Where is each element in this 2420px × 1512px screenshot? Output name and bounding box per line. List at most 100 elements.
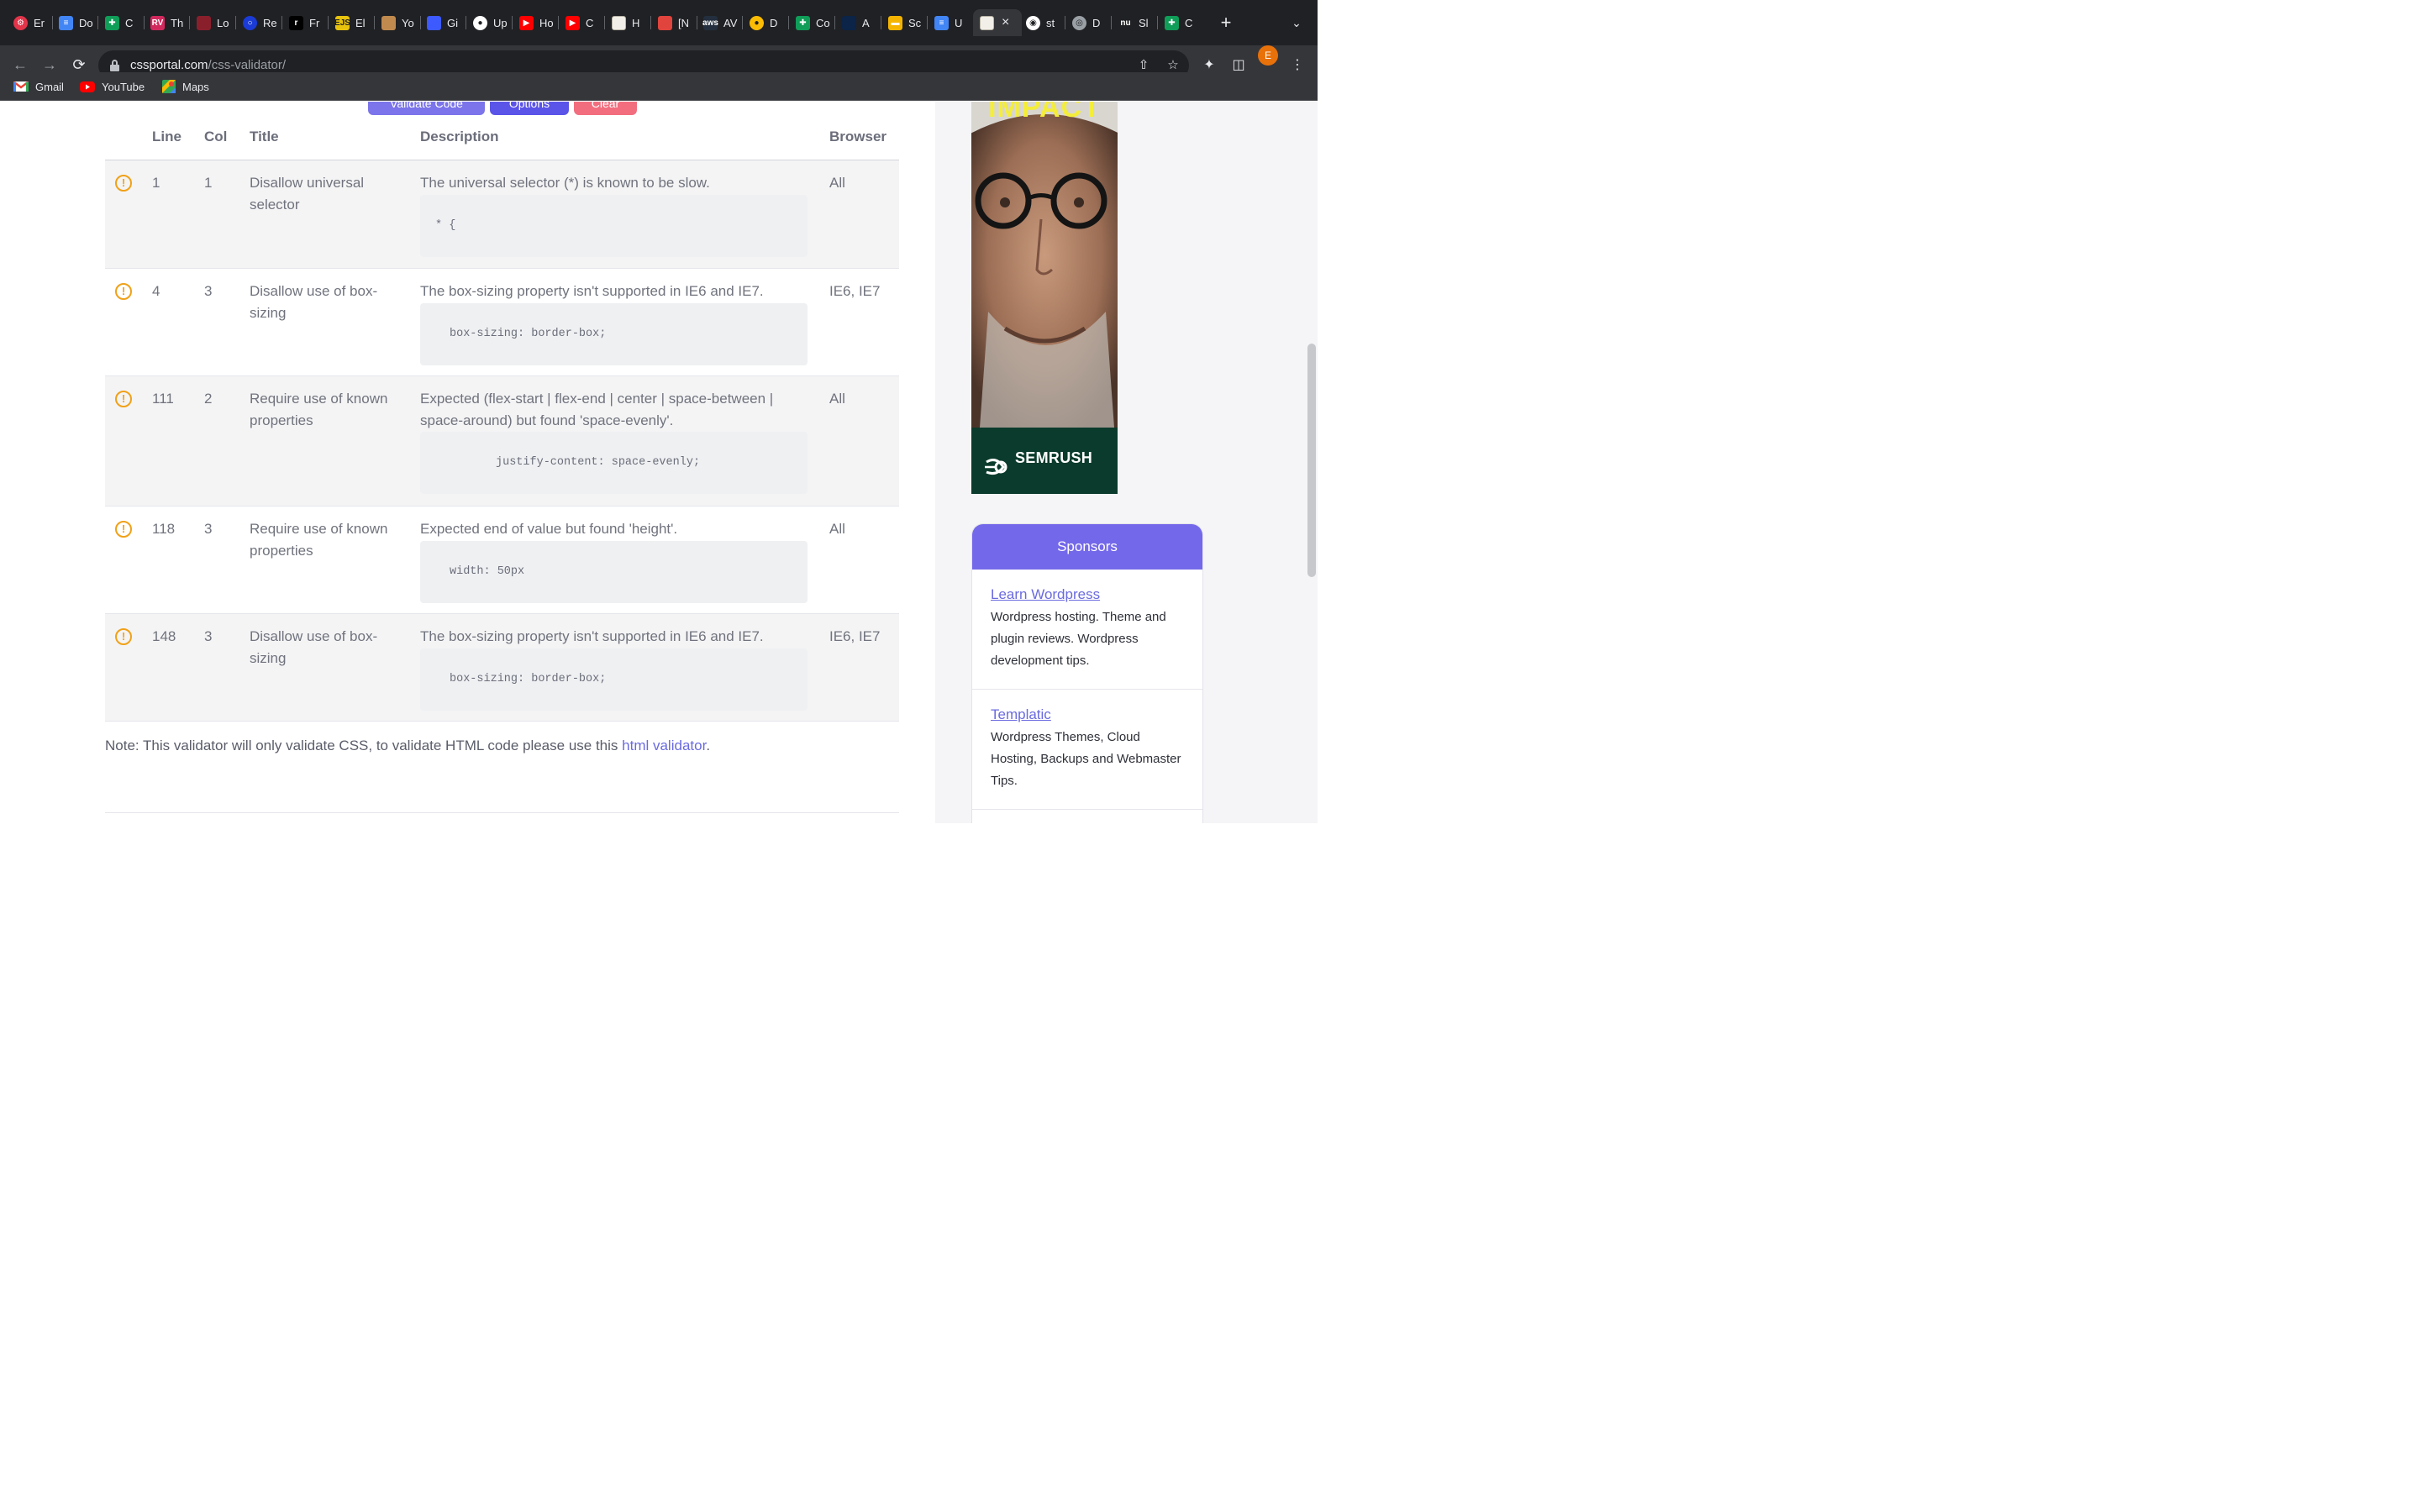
cell-title: Require use of known properties	[250, 521, 388, 559]
sponsor-link-learn-wordpress[interactable]: Learn Wordpress	[991, 585, 1186, 605]
sponsor-item: Learn Wordpress Wordpress hosting. Theme…	[972, 570, 1202, 690]
figure-favicon-icon	[658, 15, 672, 30]
bookmark-label: Gmail	[35, 80, 64, 93]
nu-favicon-icon: nu	[1118, 15, 1133, 30]
google-sheets-favicon-icon: ✚	[796, 15, 810, 30]
rv-favicon-icon: RV	[150, 15, 165, 30]
code-text: * {	[435, 219, 456, 232]
semrush-logo-icon	[985, 459, 1007, 475]
bookmark-label: Maps	[182, 80, 209, 93]
validation-results-table: Line Col Title Description Browser ! 1 1…	[105, 120, 899, 722]
tab-title: C	[586, 16, 594, 29]
character-favicon-icon	[381, 15, 396, 30]
ad-brand-name: SEMRUSH	[1015, 449, 1093, 466]
tab[interactable]: ○ Re	[236, 9, 281, 36]
tab[interactable]: ◉ st	[1019, 9, 1065, 36]
tab[interactable]: [N	[651, 9, 697, 36]
table-header: Line Col Title Description Browser	[105, 120, 899, 160]
tab-strip: ⚙ Er ≡ Do ✚ C RV Th Lo ○ Re r Fr EJS El Yo Gi ● Up ▶ Ho ▶ C H [N…	[0, 0, 1318, 45]
page-scrollbar-thumb[interactable]	[1307, 344, 1316, 577]
tab[interactable]: ✚ C	[98, 9, 144, 36]
advertisement-banner[interactable]: IMPACT SEMRUSH	[971, 102, 1118, 494]
tab[interactable]: nu Sl	[1112, 9, 1157, 36]
cell-line: 118	[152, 521, 176, 537]
new-tab-button[interactable]: +	[1215, 12, 1237, 34]
cell-browser: All	[829, 521, 845, 537]
tab[interactable]: ⚙ Er	[7, 9, 52, 36]
tab[interactable]: RV Th	[144, 9, 189, 36]
cssportal-favicon-icon	[980, 15, 994, 30]
tab[interactable]: ▶ C	[559, 9, 604, 36]
divider	[105, 812, 899, 813]
code-snippet: * {	[420, 195, 808, 257]
tab[interactable]: ● Up	[466, 9, 512, 36]
cell-browser: IE6, IE7	[829, 283, 881, 299]
google-sheets-favicon-icon: ✚	[1165, 15, 1179, 30]
cell-col: 3	[204, 628, 213, 644]
tab-title: Er	[34, 16, 45, 29]
note-text: Note: This validator will only validate …	[105, 738, 623, 753]
ad-portrait-image	[971, 102, 1118, 428]
tab[interactable]: Lo	[190, 9, 235, 36]
lock-icon	[110, 60, 119, 71]
tab[interactable]: ▶ Ho	[513, 9, 558, 36]
google-slides-favicon-icon: ▬	[888, 15, 902, 30]
blue-ring-favicon-icon: ○	[243, 15, 257, 30]
bookmark-maps[interactable]: Maps	[162, 78, 209, 95]
header-browser: Browser	[829, 129, 887, 144]
tab[interactable]: Gi	[420, 9, 466, 36]
tab[interactable]: ● D	[743, 9, 788, 36]
cell-col: 2	[204, 391, 213, 407]
url-host: cssportal.com	[130, 58, 208, 72]
bookmarks-bar: Gmail YouTube Maps	[0, 72, 1318, 101]
sponsors-panel: Sponsors Learn Wordpress Wordpress hosti…	[971, 523, 1203, 823]
sponsor-description: Wordpress hosting. Theme and plugin revi…	[991, 610, 1166, 668]
tab[interactable]: EJS El	[329, 9, 374, 36]
tab[interactable]: ≡ Do	[52, 9, 97, 36]
tab-title: Co	[816, 16, 830, 29]
cloud-favicon-icon	[427, 15, 441, 30]
tab[interactable]: ✚ C	[1158, 9, 1203, 36]
maps-icon	[162, 80, 176, 93]
tab[interactable]: H	[605, 9, 650, 36]
warning-icon: !	[115, 628, 132, 645]
youtube-favicon-icon: ▶	[519, 15, 534, 30]
dark-blue-favicon-icon	[842, 15, 856, 30]
html-validator-link[interactable]: html validator	[622, 738, 706, 753]
sponsor-description: Wordpress Themes, Cloud Hosting, Backups…	[991, 730, 1181, 788]
validate-code-button[interactable]: Validate Code	[368, 102, 485, 115]
aws-favicon-icon: aws	[702, 15, 718, 30]
tab-title: [N	[678, 16, 689, 29]
sponsor-item: Templatic Wordpress Themes, Cloud Hostin…	[972, 690, 1202, 810]
tab[interactable]: Yo	[375, 9, 420, 36]
tab-search-chevron-icon[interactable]: ⌄	[1287, 13, 1306, 32]
clear-button[interactable]: Clear	[574, 102, 637, 115]
close-tab-icon[interactable]: ×	[1002, 15, 1009, 30]
bookmark-gmail[interactable]: Gmail	[13, 78, 64, 95]
header-description: Description	[420, 129, 499, 144]
code-text: justify-content: space-evenly;	[496, 456, 701, 469]
sponsor-link-templatic[interactable]: Templatic	[991, 705, 1186, 725]
gmail-icon	[13, 81, 29, 92]
tab[interactable]: ▬ Sc	[881, 9, 927, 36]
chrome-favicon-icon: ●	[750, 15, 764, 30]
tab[interactable]: ✚ Co	[789, 9, 834, 36]
tab-title: D	[1092, 16, 1101, 29]
tab[interactable]: aws AV	[697, 9, 742, 36]
tab[interactable]: ◎ D	[1065, 9, 1111, 36]
options-button[interactable]: Options	[490, 102, 569, 115]
globe-favicon-icon: ◎	[1072, 15, 1086, 30]
tab-title: Do	[79, 16, 93, 29]
bookmark-youtube[interactable]: YouTube	[80, 78, 145, 95]
tab-title: Gi	[447, 16, 458, 29]
header-line: Line	[152, 129, 182, 144]
header-col: Col	[204, 129, 228, 144]
profile-avatar[interactable]: E	[1258, 45, 1278, 66]
tab[interactable]: ≡ U	[928, 9, 973, 36]
tab-active[interactable]: ×	[973, 9, 1022, 36]
tab[interactable]: r Fr	[282, 9, 328, 36]
tab[interactable]: A	[835, 9, 881, 36]
tab-title: Up	[493, 16, 508, 29]
tab-title: AV	[723, 16, 738, 29]
tab-title: Sl	[1139, 16, 1149, 29]
